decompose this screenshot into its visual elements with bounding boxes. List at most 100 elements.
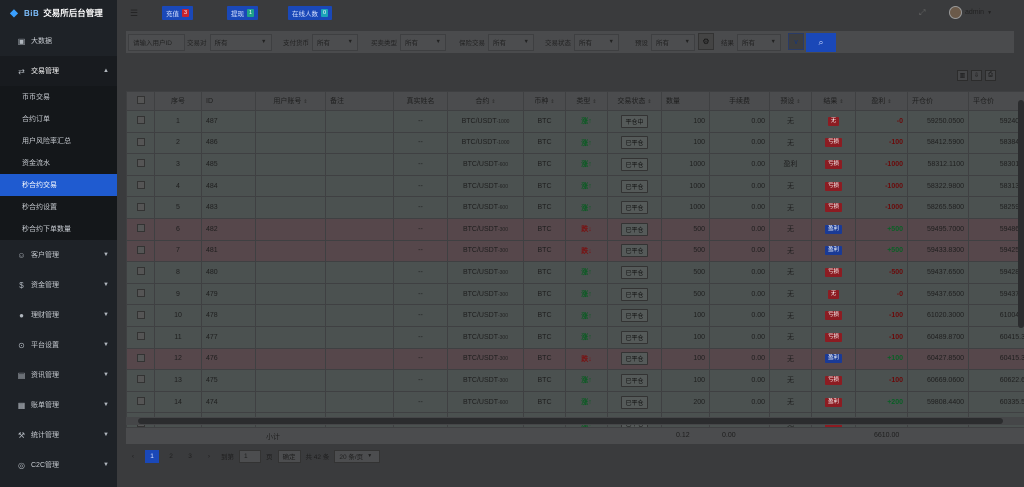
- row-checkbox[interactable]: [126, 261, 155, 284]
- fullscreen-icon[interactable]: ⤢: [919, 8, 925, 18]
- user-menu[interactable]: admin ▼: [949, 6, 992, 19]
- sidebar-sub-contract-orders[interactable]: 合约订单: [0, 108, 117, 130]
- result-select[interactable]: 所有 ▼: [737, 33, 781, 51]
- sidebar-item-customers[interactable]: ☺ 客户管理 ▼: [0, 240, 117, 270]
- sidebar-item-news[interactable]: ▤ 资讯管理 ▼: [0, 360, 117, 390]
- col-result[interactable]: 结果 ⇕: [811, 91, 856, 111]
- gear-icon[interactable]: ⚙: [698, 33, 714, 50]
- col-contract[interactable]: 合约 ⇕: [447, 91, 524, 111]
- col-type[interactable]: 类型 ⇕: [565, 91, 608, 111]
- sidebar-item-wealth[interactable]: ● 理财管理 ▼: [0, 300, 117, 330]
- table-row[interactable]: 9 479 -- BTC/USDT-300 BTC 涨↑ 已平仓 500 0.00 无无 -0 594…: [126, 282, 1024, 306]
- row-checkbox[interactable]: [126, 131, 155, 155]
- page-3[interactable]: 3: [183, 450, 197, 463]
- sidebar-item-trade[interactable]: ⇄ 交易管理 ▲: [0, 56, 117, 86]
- cell-close: 60415.3: [968, 347, 1024, 371]
- cell-open: 59437.6500: [907, 261, 969, 284]
- table-row[interactable]: 8 480 -- BTC/USDT-300 BTC 涨↑ 已平仓 500 0.00 无亏损 -500…: [126, 261, 1024, 284]
- page-size-select[interactable]: 20 条/页 ▼: [334, 449, 381, 463]
- print-icon[interactable]: ⎙: [985, 70, 996, 81]
- cell-no: 5: [154, 196, 202, 219]
- sidebar-sub-second-contract-settings[interactable]: 秒合约设置: [0, 196, 117, 218]
- prev-page-button[interactable]: ‹: [126, 450, 140, 463]
- table-row[interactable]: 14 474 -- BTC/USDT-600 BTC 涨↑ 已平仓 200 0.00 无盈利 +20…: [126, 390, 1024, 414]
- row-checkbox[interactable]: [126, 325, 155, 349]
- sidebar-item-bigdata[interactable]: ▣ 大数据: [0, 26, 117, 56]
- cell-remark: [325, 239, 394, 263]
- sidebar-item-stats[interactable]: ⚒ 统计管理 ▼: [0, 420, 117, 450]
- table-row[interactable]: 12 476 -- BTC/USDT-300 BTC 跌↓ 已平仓 100 0.00 无盈利 +10…: [126, 347, 1024, 371]
- withdraw-badge-button[interactable]: 提现 1: [227, 6, 259, 20]
- cell-result: 无: [811, 282, 856, 306]
- confirm-button[interactable]: 确定: [277, 449, 301, 463]
- horizontal-scrollbar[interactable]: [126, 417, 1024, 425]
- next-page-button[interactable]: ›: [202, 450, 216, 463]
- insure-select[interactable]: 所有 ▼: [488, 33, 534, 51]
- row-checkbox[interactable]: [126, 304, 155, 327]
- table-row[interactable]: 7 481 -- BTC/USDT-300 BTC 跌↓ 已平仓 500 0.00 无盈利 +500…: [126, 239, 1024, 263]
- sidebar-item-funds[interactable]: $ 资金管理 ▼: [0, 270, 117, 300]
- row-checkbox[interactable]: [126, 153, 155, 176]
- col-status[interactable]: 交易状态 ⇕: [607, 91, 662, 111]
- sidebar-item-platform[interactable]: ⊙ 平台设置 ▼: [0, 330, 117, 360]
- cell-fee: 0.00: [709, 325, 770, 349]
- row-checkbox[interactable]: [126, 369, 155, 392]
- sidebar-sub-risk[interactable]: 用户风险率汇总: [0, 130, 117, 152]
- columns-icon[interactable]: ▥: [957, 70, 968, 81]
- cell-coin: BTC: [523, 217, 566, 241]
- row-checkbox[interactable]: [126, 217, 155, 241]
- table-row[interactable]: 11 477 -- BTC/USDT-300 BTC 涨↑ 已平仓 100 0.00 无亏损 -10…: [126, 325, 1024, 349]
- table-row[interactable]: 3 485 -- BTC/USDT-600 BTC 涨↑ 已平仓 1000 0.00 盈利 亏损 -1…: [126, 153, 1024, 176]
- cell-preset: 无: [769, 347, 812, 371]
- sidebar-sub-spot[interactable]: 币币交易: [0, 86, 117, 108]
- select-all-checkbox[interactable]: [126, 91, 155, 111]
- table-row[interactable]: 2 486 -- BTC/USDT-1000 BTC 涨↑ 已平仓 100 0.00 无亏损 -10…: [126, 131, 1024, 155]
- search-button[interactable]: ⌕: [806, 33, 836, 52]
- table-row[interactable]: 4 484 -- BTC/USDT-600 BTC 涨↑ 已平仓 1000 0.00 无亏损 -10…: [126, 174, 1024, 198]
- sidebar-sub-second-contract-qty[interactable]: 秒合约下单数量: [0, 218, 117, 240]
- side-select[interactable]: 所有 ▼: [400, 33, 446, 51]
- col-profit[interactable]: 盈利 ⇕: [855, 91, 908, 111]
- cell-coin: BTC: [523, 282, 566, 306]
- menu-toggle-icon[interactable]: ☰: [130, 8, 138, 19]
- page-1[interactable]: 1: [145, 449, 159, 463]
- online-users-badge[interactable]: 在线人数 0: [288, 6, 333, 20]
- cell-qty: 500: [661, 282, 710, 306]
- cell-realname: --: [393, 347, 448, 371]
- col-coin[interactable]: 币种 ⇕: [523, 91, 566, 111]
- page-2[interactable]: 2: [164, 450, 178, 463]
- table-row[interactable]: 13 475 -- BTC/USDT-300 BTC 涨↑ 已平仓 100 0.00 无亏损 -10…: [126, 369, 1024, 392]
- page-input[interactable]: 1: [239, 449, 261, 463]
- row-checkbox[interactable]: [126, 347, 155, 371]
- row-checkbox[interactable]: [126, 174, 155, 198]
- sidebar-sub-flow[interactable]: 资金流水: [0, 152, 117, 174]
- row-checkbox[interactable]: [126, 282, 155, 306]
- row-checkbox[interactable]: [126, 110, 155, 133]
- preset-select[interactable]: 所有 ▼: [651, 33, 695, 51]
- recharge-badge-button[interactable]: 充值 3: [162, 6, 194, 20]
- export-icon[interactable]: ⇩: [971, 70, 982, 81]
- cell-remark: [325, 369, 394, 392]
- sidebar-sub-second-contract-trade[interactable]: 秒合约交易: [0, 174, 117, 196]
- collapse-filters-icon[interactable]: ∨: [788, 33, 804, 50]
- col-account[interactable]: 用户账号 ⇕: [255, 91, 326, 111]
- row-checkbox[interactable]: [126, 196, 155, 219]
- cell-status: 已平仓: [607, 217, 662, 241]
- table-row[interactable]: 1 487 -- BTC/USDT-1000 BTC 涨↑ 平仓中 100 0.00 无无 -0 59…: [126, 110, 1024, 133]
- status-select[interactable]: 所有 ▼: [574, 33, 619, 51]
- currency-select[interactable]: 所有 ▼: [312, 33, 358, 51]
- pair-select[interactable]: 所有 ▼: [209, 33, 272, 51]
- sidebar-item-c2c[interactable]: ◎ C2C管理 ▼: [0, 450, 117, 480]
- table-row[interactable]: 6 482 -- BTC/USDT-300 BTC 跌↓ 已平仓 500 0.00 无盈利 +500…: [126, 217, 1024, 241]
- cell-fee: 0.00: [709, 347, 770, 371]
- cell-type: 涨↑: [565, 369, 608, 392]
- vertical-scrollbar[interactable]: [1018, 100, 1024, 328]
- col-preset[interactable]: 预设 ⇕: [769, 91, 812, 111]
- user-id-input[interactable]: 请输入用户ID: [128, 33, 185, 51]
- cell-coin: BTC: [523, 153, 566, 176]
- sidebar-item-bills[interactable]: ▦ 账单管理 ▼: [0, 390, 117, 420]
- row-checkbox[interactable]: [126, 239, 155, 263]
- table-row[interactable]: 5 483 -- BTC/USDT-600 BTC 涨↑ 已平仓 1000 0.00 无亏损 -10…: [126, 196, 1024, 219]
- row-checkbox[interactable]: [126, 390, 155, 414]
- table-row[interactable]: 10 478 -- BTC/USDT-300 BTC 涨↑ 已平仓 100 0.00 无亏损 -10…: [126, 304, 1024, 327]
